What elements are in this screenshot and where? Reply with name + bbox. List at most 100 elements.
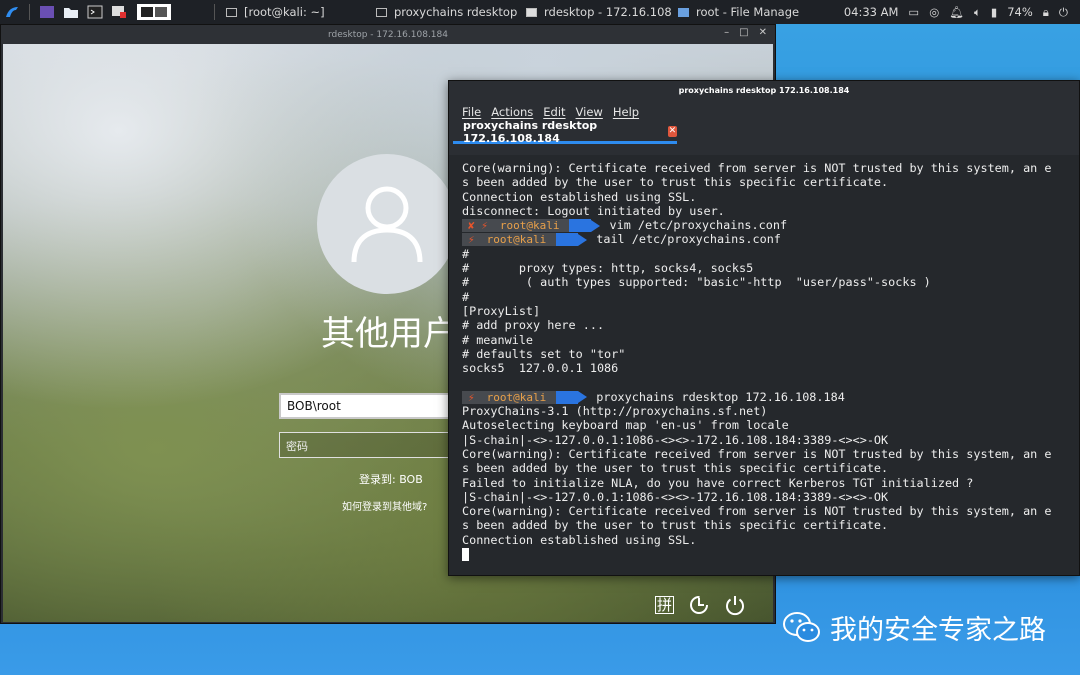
user-avatar — [317, 154, 457, 294]
rdesktop-titlebar[interactable]: rdesktop - 172.16.108.184 – □ ✕ — [1, 25, 775, 44]
terminal-tabbar: proxychains rdesktop 172.16.108.184 ✕ — [449, 118, 1079, 145]
terminal-line: ProxyChains-3.1 (http://proxychains.sf.n… — [462, 404, 1079, 418]
command-text: vim /etc/proxychains.conf — [609, 218, 788, 233]
prompt-user: root@kali — [491, 219, 570, 233]
other-domain-link[interactable]: 如何登录到其他域? — [342, 498, 427, 513]
window-title: rdesktop - 172.16.108.184 — [328, 29, 448, 40]
watermark-text: 我的安全专家之路 — [830, 615, 1046, 646]
network-icon[interactable]: ◎ — [929, 5, 939, 19]
login-domain-label: 登录到: BOB — [359, 473, 423, 486]
prompt-segment — [569, 219, 592, 233]
menu-view[interactable]: View — [576, 105, 603, 119]
terminal-line: # defaults set to "tor" — [462, 347, 1079, 361]
window-icon — [376, 7, 387, 17]
task-terminal[interactable]: [root@kali: ~] — [220, 0, 370, 24]
prompt-arrow — [591, 219, 601, 232]
desktop-switch-icon[interactable] — [137, 4, 171, 20]
prompt-status: ⚡ — [462, 233, 479, 247]
output-text: socks5 127.0.0.1 1086 — [462, 361, 619, 376]
close-icon[interactable]: ✕ — [759, 27, 767, 38]
terminal-line: Core(warning): Certificate received from… — [462, 161, 1079, 175]
output-text: [ProxyList] — [462, 303, 541, 318]
task-file-manager[interactable]: root - File Manager — [672, 0, 800, 24]
terminal-line: # proxy types: http, socks4, socks5 — [462, 261, 1079, 275]
battery-icon[interactable]: ▮ — [991, 5, 997, 19]
menu-edit[interactable]: Edit — [543, 105, 565, 119]
menu-file[interactable]: File — [462, 105, 481, 119]
kali-menu-icon[interactable] — [3, 4, 21, 20]
window-icon — [526, 7, 537, 17]
tab-close-icon[interactable]: ✕ — [667, 126, 677, 137]
output-text: Failed to initialize NLA, do you have co… — [462, 475, 974, 490]
tab-label: proxychains rdesktop 172.16.108.184 — [463, 118, 598, 145]
terminal-output[interactable]: Core(warning): Certificate received from… — [449, 155, 1079, 575]
shell-prompt: ✘ ⚡ root@kali — [462, 219, 601, 233]
system-tray: 04:33 AM ▭ ◎ 🔔︎ 🔈︎ ▮ 74% 🔒︎ ⏻ — [844, 0, 1080, 24]
workspace-icon[interactable] — [38, 4, 56, 20]
lock-icon[interactable]: 🔒︎ — [1043, 5, 1049, 20]
login-username-heading: 其他用户 — [321, 314, 457, 354]
taskbar: [root@kali: ~] proxychains rdesktop 17..… — [0, 0, 1080, 24]
screen-record-icon[interactable] — [110, 4, 128, 20]
terminal-prompt-line: ⚡ root@kali proxychains rdesktop 172.16.10… — [462, 390, 1079, 404]
shell-prompt: ⚡ root@kali — [462, 233, 588, 247]
terminal-line: s been added by the user to trust this s… — [462, 175, 1079, 189]
notifications-icon[interactable]: 🔔︎ — [949, 5, 964, 19]
terminal-cursor — [462, 548, 469, 562]
menu-help[interactable]: Help — [613, 105, 639, 119]
terminal-line: |S-chain|-<>-127.0.0.1:1086-<><>-172.16.… — [462, 433, 1079, 447]
volume-icon[interactable]: 🔈︎ — [974, 5, 981, 20]
shell-prompt: ⚡ root@kali — [462, 390, 588, 404]
password-input[interactable]: 密码 — [279, 432, 459, 458]
prompt-status: ✘ ⚡ — [462, 219, 492, 233]
task-rdesktop[interactable]: rdesktop - 172.16.108.184 — [520, 0, 672, 24]
terminal-line: # — [462, 290, 1079, 304]
ime-icon[interactable]: 拼 — [655, 596, 675, 614]
output-text: disconnect: Logout initiated by user. — [462, 203, 725, 218]
terminal-tab[interactable]: proxychains rdesktop 172.16.108.184 ✕ — [453, 118, 677, 145]
output-text: s been added by the user to trust this s… — [462, 518, 889, 533]
maximize-icon[interactable]: □ — [739, 27, 748, 38]
command-text: proxychains rdesktop 172.16.108.184 — [596, 389, 845, 404]
login-system-icons: 拼 — [655, 594, 746, 616]
accessibility-icon[interactable] — [688, 594, 710, 616]
minimize-icon[interactable]: – — [724, 27, 729, 38]
prompt-status: ⚡ — [462, 390, 479, 404]
clock[interactable]: 04:33 AM — [844, 5, 899, 19]
window-icon — [226, 7, 237, 17]
output-text: Autoselecting keyboard map 'en-us' from … — [462, 418, 789, 433]
taskbar-separator — [214, 4, 215, 20]
display-icon[interactable]: ▭ — [908, 5, 919, 19]
user-icon — [351, 186, 423, 263]
window-controls: – □ ✕ — [724, 27, 767, 38]
wechat-icon — [783, 611, 820, 642]
folder-icon[interactable] — [62, 4, 80, 20]
terminal-line: |S-chain|-<>-127.0.0.1:1086-<><>-172.16.… — [462, 490, 1079, 504]
output-text: Core(warning): Certificate received from… — [462, 446, 1052, 461]
output-text: |S-chain|-<>-127.0.0.1:1086-<><>-172.16.… — [462, 489, 889, 504]
terminal-window: proxychains rdesktop 172.16.108.184 File… — [448, 80, 1080, 576]
prompt-user: root@kali — [478, 390, 557, 404]
output-text: # defaults set to "tor" — [462, 346, 626, 361]
terminal-line: # meanwile — [462, 333, 1079, 347]
output-text: # meanwile — [462, 332, 534, 347]
terminal-line: Core(warning): Certificate received from… — [462, 504, 1079, 518]
terminal-titlebar[interactable]: proxychains rdesktop 172.16.108.184 — [449, 81, 1079, 101]
terminal-line: s been added by the user to trust this s… — [462, 518, 1079, 532]
output-text: s been added by the user to trust this s… — [462, 461, 889, 476]
menu-actions[interactable]: Actions — [491, 105, 533, 119]
terminal-line: disconnect: Logout initiated by user. — [462, 204, 1079, 218]
watermark: 我的安全专家之路 — [782, 608, 1046, 647]
command-text: tail /etc/proxychains.conf — [596, 232, 781, 247]
power-icon[interactable] — [724, 594, 746, 616]
power-menu-icon[interactable]: ⏻ — [1059, 5, 1068, 20]
terminal-line: Failed to initialize NLA, do you have co… — [462, 476, 1079, 490]
terminal-launcher-icon[interactable] — [86, 4, 104, 20]
output-text: s been added by the user to trust this s… — [462, 175, 889, 190]
task-proxychains[interactable]: proxychains rdesktop 17... — [370, 0, 520, 24]
output-text: Connection established using SSL. — [462, 532, 697, 547]
taskbar-separator — [29, 4, 30, 20]
terminal-line: socks5 127.0.0.1 1086 — [462, 361, 1079, 375]
username-input[interactable]: BOB\root — [279, 393, 459, 419]
prompt-segment — [556, 390, 579, 404]
